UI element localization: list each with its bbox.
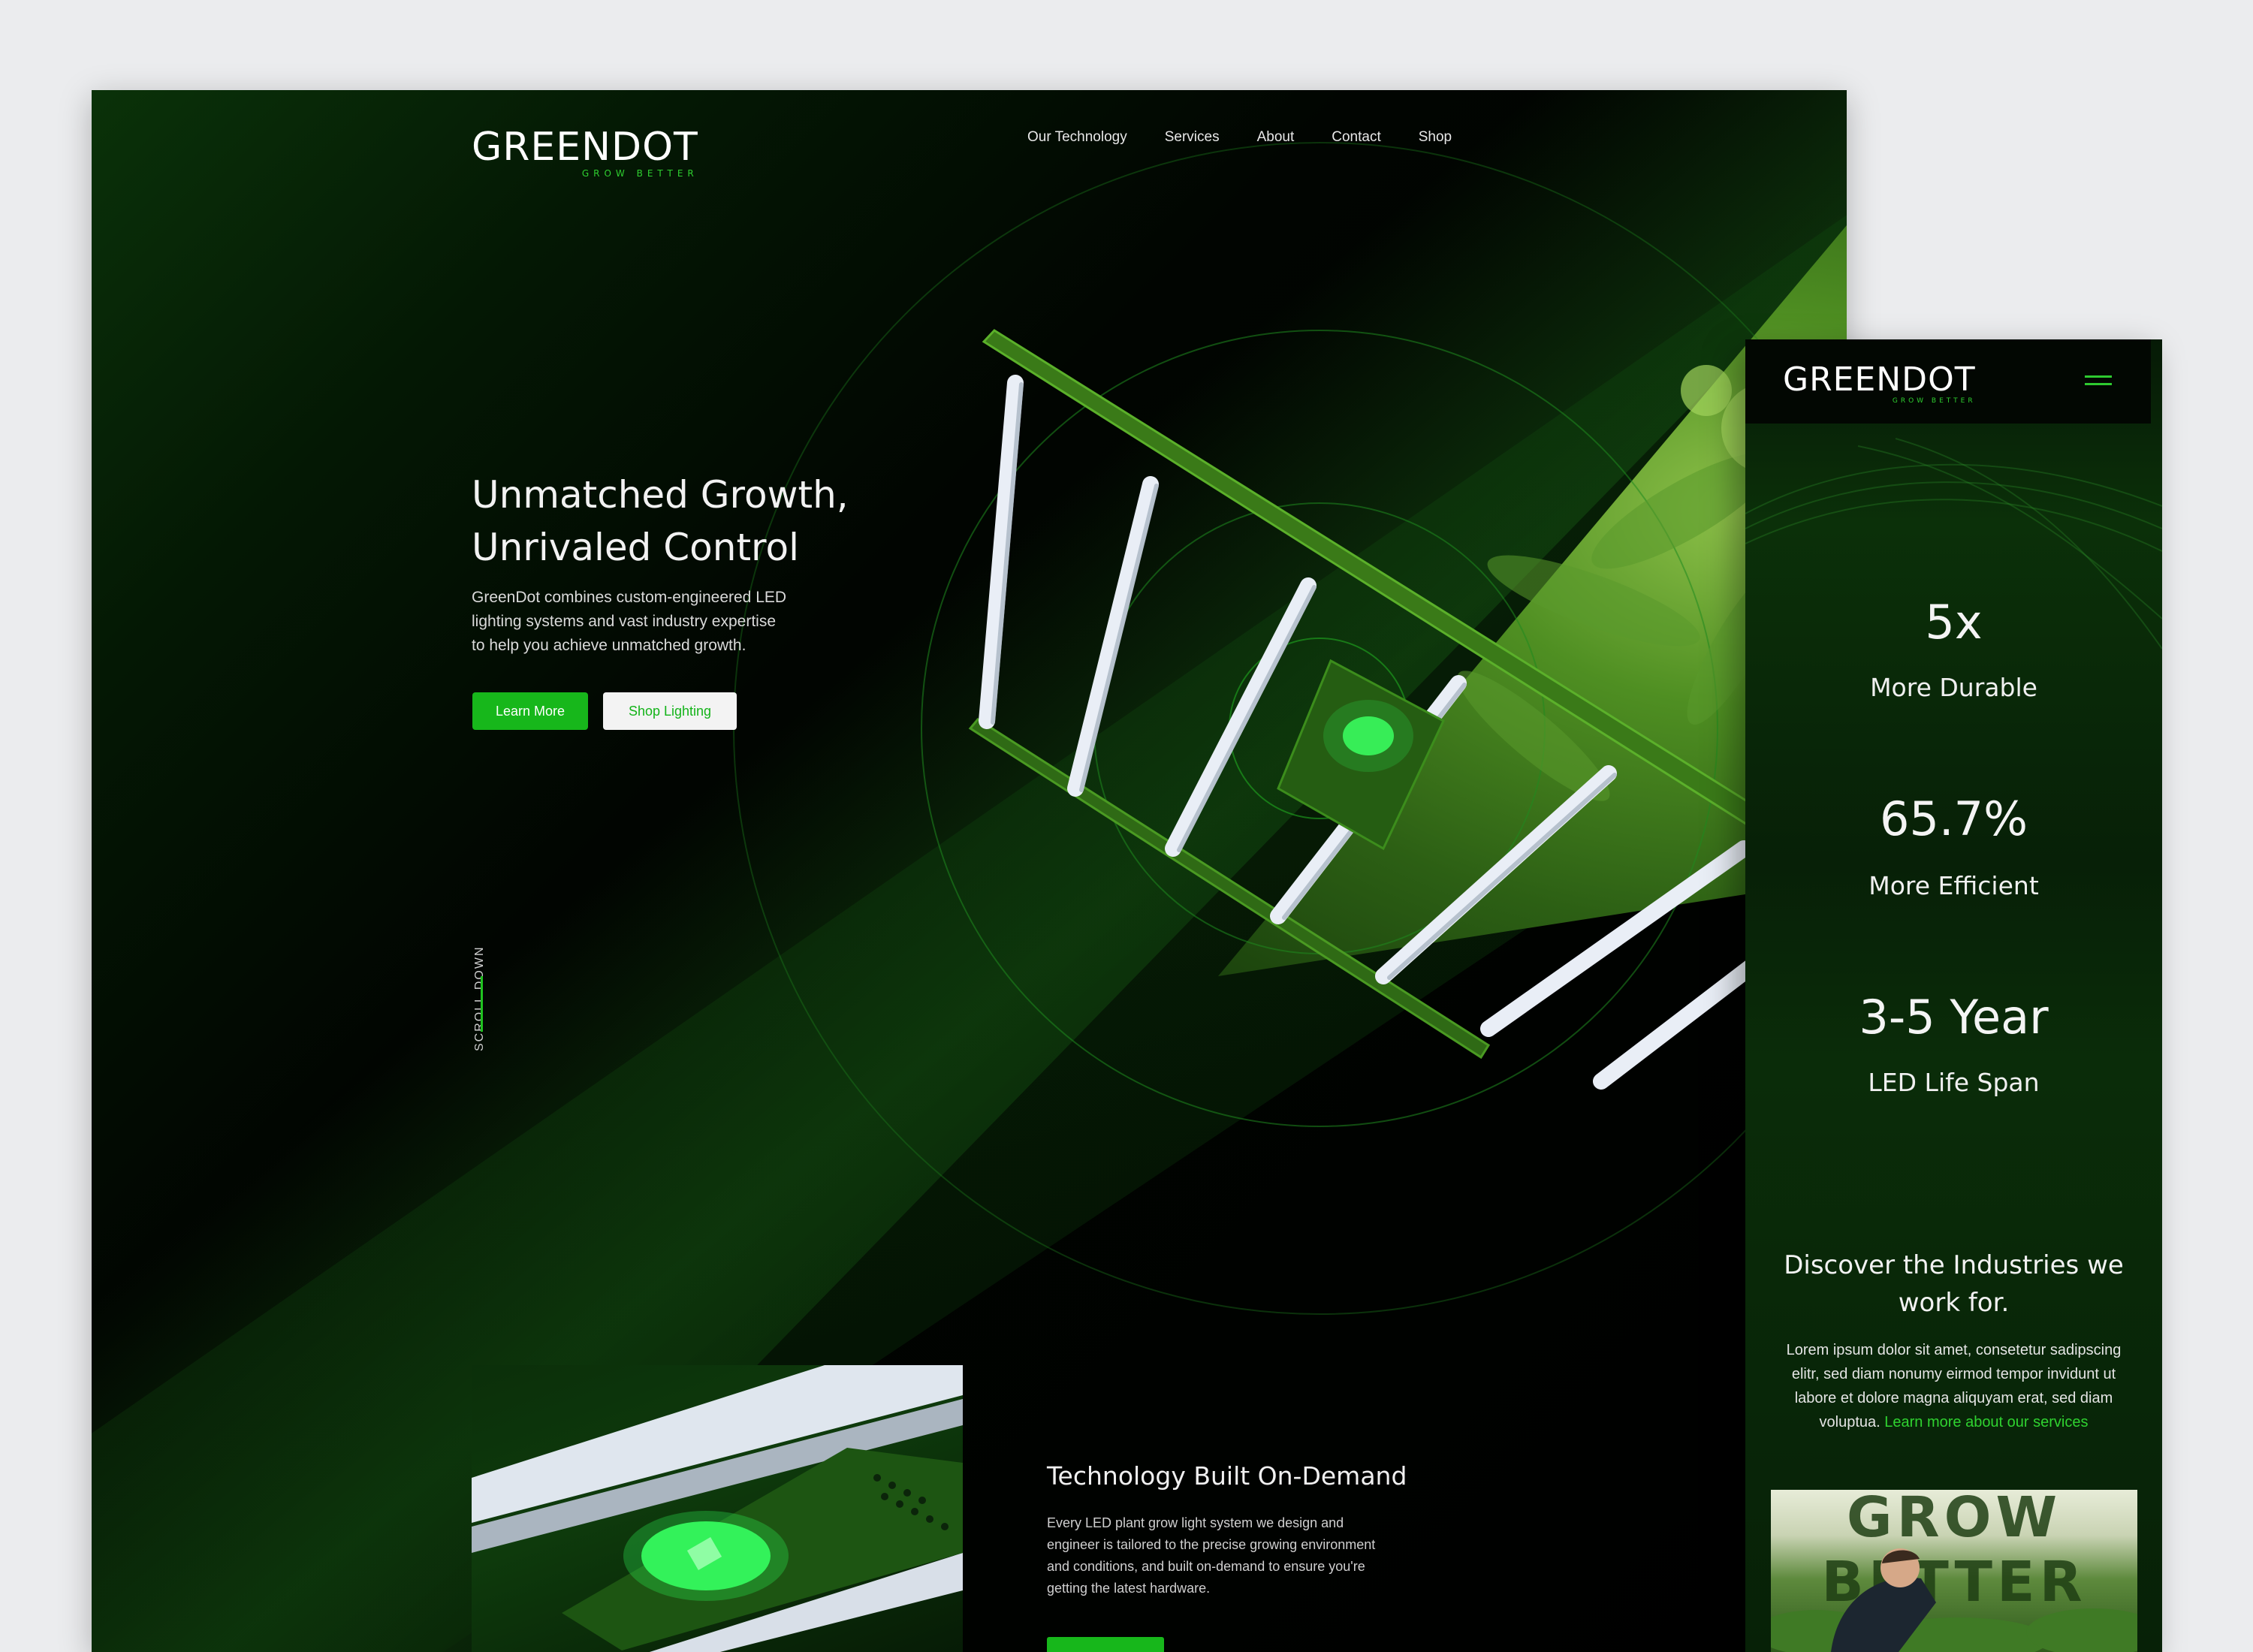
hamburger-menu-icon[interactable] [2085,375,2112,387]
mobile-header: GREENDOT GROW BETTER [1745,339,2151,424]
stat-label-durable: More Durable [1870,673,2037,702]
hero-title-line-1: Unmatched Growth, [472,473,849,517]
mobile-site-logo[interactable]: GREENDOT GROW BETTER [1783,363,1976,405]
industries-copy-line-1: Lorem ipsum dolor sit amet, consetetur s… [1786,1342,2122,1358]
desktop-mockup: GREENDOT GROW BETTER Our Technology Serv… [92,90,1847,1652]
hero-title: Unmatched Growth, Unrivaled Control [472,469,937,574]
technology-copy-line-1: Every LED plant grow light system we des… [1047,1515,1344,1530]
scroll-indicator-line [481,976,483,1032]
hero-copy-line-1: GreenDot combines custom-engineered LED [472,589,787,606]
stat-label-lifespan: LED Life Span [1868,1068,2040,1097]
nav-about[interactable]: About [1257,129,1295,146]
logo-wordmark: GREENDOT [472,125,698,170]
hero-description: GreenDot combines custom-engineered LED … [472,586,825,658]
hero-title-line-2: Unrivaled Control [472,526,799,569]
learn-more-services-link[interactable]: Learn more about our services [1884,1414,2088,1430]
industries-title: Discover the Industries we work for. [1775,1247,2132,1322]
industries-title-line-1: Discover the Industries we [1784,1250,2124,1280]
shop-lighting-button[interactable]: Shop Lighting [603,692,737,730]
industries-description: Lorem ipsum dolor sit amet, consetetur s… [1768,1338,2140,1434]
nav-contact[interactable]: Contact [1332,129,1380,146]
grower-figure [1771,1548,2137,1652]
site-logo[interactable]: GREENDOT GROW BETTER [472,128,698,179]
grow-facility-photo: GROW BETTER [1771,1490,2137,1652]
technology-copy-line-2: engineer is tailored to the precise grow… [1047,1537,1376,1552]
technology-image [472,1365,963,1652]
hero-copy-line-2: lighting systems and vast industry exper… [472,613,777,630]
stat-value-lifespan: 3-5 Year [1859,990,2049,1045]
mobile-logo-wordmark: GREENDOT [1783,360,1976,399]
technology-description: Every LED plant grow light system we des… [1047,1512,1422,1599]
mobile-logo-tagline: GROW BETTER [1892,397,1976,405]
stat-value-efficient: 65.7% [1880,791,2028,846]
stat-value-durable: 5x [1925,595,1983,650]
technology-copy-line-4: getting the latest hardware. [1047,1581,1211,1596]
scroll-down-label[interactable]: SCROLL DOWN [473,931,487,1051]
logo-tagline: GROW BETTER [581,168,698,179]
technology-copy-line-3: and conditions, and built on-demand to e… [1047,1559,1365,1574]
industries-copy-line-4: voluptua. [1819,1414,1881,1430]
learn-more-button[interactable]: Learn More [472,692,588,730]
nav-shop[interactable]: Shop [1419,129,1452,146]
nav-services[interactable]: Services [1165,129,1220,146]
mobile-mockup: GREENDOT GROW BETTER 5x More Durable 65.… [1745,339,2162,1652]
industries-copy-line-2: elitr, sed diam nonumy eirmod tempor inv… [1791,1366,2116,1382]
technology-cta-button[interactable] [1047,1637,1164,1652]
stat-label-efficient: More Efficient [1868,871,2039,900]
hero-copy-line-3: to help you achieve unmatched growth. [472,637,746,654]
industries-title-line-2: work for. [1898,1288,2010,1318]
nav-our-technology[interactable]: Our Technology [1027,129,1127,146]
main-nav: Our Technology Services About Contact Sh… [1027,129,1452,146]
fixture-closeup [472,1365,963,1652]
technology-title: Technology Built On-Demand [1047,1461,1407,1491]
hero-visual [733,142,1847,1315]
industries-copy-line-3: labore et dolore magna aliquyam erat, se… [1794,1390,2113,1406]
